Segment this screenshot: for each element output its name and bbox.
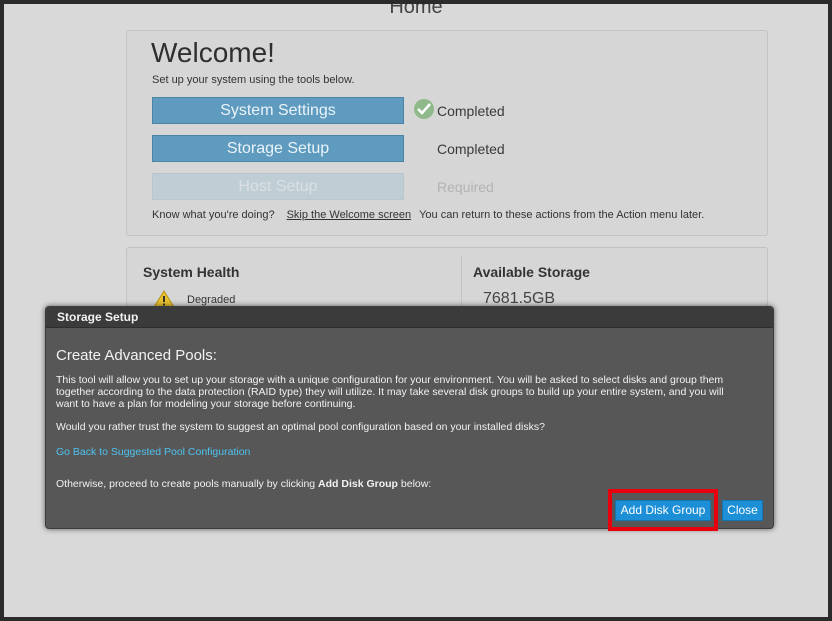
check-circle-icon bbox=[414, 99, 434, 119]
proceed-prefix: Otherwise, proceed to create pools manua… bbox=[56, 478, 319, 490]
add-disk-group-button[interactable]: Add Disk Group bbox=[615, 500, 711, 521]
welcome-panel: Welcome! Set up your system using the to… bbox=[126, 30, 768, 236]
system-settings-button[interactable]: System Settings bbox=[152, 97, 404, 124]
dialog-header[interactable]: Storage Setup bbox=[46, 307, 773, 328]
system-health-title: System Health bbox=[143, 264, 240, 280]
welcome-subtitle: Set up your system using the tools below… bbox=[152, 74, 355, 86]
dialog-heading: Create Advanced Pools: bbox=[56, 347, 217, 364]
welcome-footer: Know what you're doing? Skip the Welcome … bbox=[152, 209, 704, 221]
proceed-bold: Add Disk Group bbox=[318, 478, 398, 490]
suggested-pool-link[interactable]: Go Back to Suggested Pool Configuration bbox=[56, 446, 250, 458]
health-status: Degraded bbox=[187, 294, 236, 306]
host-setup-button[interactable]: Host Setup bbox=[152, 173, 404, 200]
storage-setup-status: Completed bbox=[437, 141, 505, 157]
dialog-question: Would you rather trust the system to sug… bbox=[56, 421, 545, 433]
dialog-proceed-text: Otherwise, proceed to create pools manua… bbox=[56, 478, 431, 490]
system-settings-status: Completed bbox=[437, 103, 505, 119]
close-button[interactable]: Close bbox=[722, 500, 763, 521]
dialog-title: Storage Setup bbox=[57, 310, 139, 324]
footer-note: You can return to these actions from the… bbox=[419, 209, 705, 221]
host-setup-status: Required bbox=[437, 179, 494, 195]
proceed-suffix: below: bbox=[397, 478, 432, 490]
storage-setup-dialog: Storage Setup Create Advanced Pools: Thi… bbox=[45, 306, 774, 531]
page-title: Home bbox=[389, 4, 443, 18]
storage-setup-button[interactable]: Storage Setup bbox=[152, 135, 404, 162]
dialog-description: This tool will allow you to set up your … bbox=[56, 374, 724, 410]
welcome-title: Welcome! bbox=[151, 37, 275, 68]
available-storage-title: Available Storage bbox=[473, 264, 590, 280]
skip-welcome-link[interactable]: Skip the Welcome screen bbox=[287, 209, 412, 221]
footer-prompt: Know what you're doing? bbox=[152, 209, 275, 221]
home-page: Home Welcome! Set up your system using t… bbox=[4, 4, 828, 617]
